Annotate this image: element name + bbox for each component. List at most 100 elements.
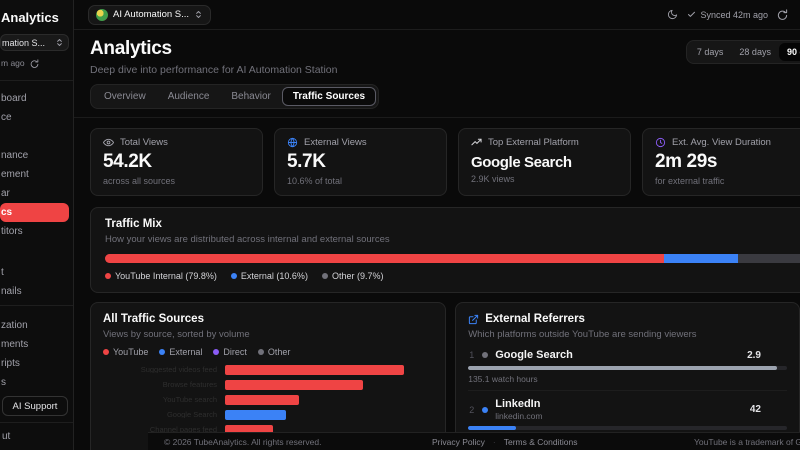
tab-behavior[interactable]: Behavior: [220, 87, 281, 106]
mix-legend-item-1: External (10.6%): [230, 271, 308, 281]
referrer-row-0[interactable]: 1 Google Search 2.9 135.1 watch hours: [468, 342, 787, 391]
sidebar-sync-label: m ago: [1, 58, 25, 69]
legend-dot: [257, 349, 264, 355]
traffic-mix-stacked-bar: [105, 254, 800, 263]
topbar: AI Automation S... Synced 42m ago: [74, 0, 800, 30]
sources-legend-label: YouTube: [113, 347, 149, 357]
trending-icon: [471, 137, 482, 148]
stat-card-2: Top External Platform Google Search 2.9K v…: [458, 128, 631, 196]
mix-legend-label: YouTube Internal (79.8%): [115, 271, 217, 281]
sidebar-item-11[interactable]: ments: [0, 335, 73, 354]
stat-value: Google Search: [471, 154, 572, 171]
external-link-icon: [468, 314, 479, 325]
referrer-rank: 1: [469, 350, 475, 360]
referrer-rank: 2: [469, 404, 475, 415]
sidebar-item-9[interactable]: nails: [0, 282, 73, 301]
stat-card-header: Ext. Avg. View Duration: [655, 137, 800, 148]
sidebar-item-13[interactable]: s: [0, 373, 73, 392]
page-footer: © 2026 TubeAnalytics. All rights reserve…: [148, 432, 800, 450]
sidebar-channel-select[interactable]: mation S...: [0, 34, 69, 52]
referrer-bar-fill: [468, 366, 778, 370]
sidebar-divider: [0, 80, 73, 81]
footer-link-terms-conditions[interactable]: Terms & Conditions: [504, 437, 578, 447]
sidebar-item-5[interactable]: ar: [0, 184, 73, 203]
tab-audience[interactable]: Audience: [157, 87, 221, 106]
stat-card-3: Ext. Avg. View Duration 2m 29s for externa…: [642, 128, 800, 196]
analytics-tabs: Overview Audience Behavior Traffic Sources: [90, 84, 380, 109]
sidebar-channel-label: mation S...: [2, 37, 46, 48]
stat-value: 5.7K: [287, 151, 326, 172]
sidebar-item-2[interactable]: [0, 127, 73, 146]
range-28-days[interactable]: 28 days: [731, 43, 779, 61]
stat-card-0: Total Views 54.2K across all sources: [90, 128, 263, 196]
source-label: YouTube search: [162, 395, 217, 404]
refresh-icon[interactable]: [30, 58, 39, 68]
footer-link-privacy-policy[interactable]: Privacy Policy: [432, 437, 485, 447]
sidebar-nav: board ce nance ement ar cs titors t nails zation m…: [0, 85, 73, 392]
stat-sub-label: across all sources: [103, 176, 176, 186]
main-area: AI Automation S... Synced 42m ago Analyt…: [74, 0, 800, 450]
page-subtitle: Deep dive into performance for AI Automa…: [90, 64, 338, 76]
source-bar[interactable]: [225, 379, 363, 390]
all-traffic-sources-title: All Traffic Sources: [103, 313, 204, 325]
sources-legend-item-1: External: [159, 347, 202, 357]
sidebar-item-10[interactable]: zation: [0, 316, 73, 335]
stat-label: Ext. Avg. View Duration: [672, 137, 771, 148]
sidebar-item-bottom[interactable]: ut: [1, 427, 73, 446]
sidebar-item-4[interactable]: ement: [0, 165, 73, 184]
range-7-days[interactable]: 7 days: [689, 43, 732, 61]
tab-traffic-sources[interactable]: Traffic Sources: [281, 87, 377, 106]
traffic-mix-legend: YouTube Internal (79.8%) External (10.6%)…: [105, 271, 800, 281]
referrer-bar-track: [468, 366, 787, 370]
stat-card-header: External Views: [287, 137, 434, 148]
sidebar-item-1[interactable]: ce: [0, 108, 73, 127]
source-row-2: YouTube search: [103, 392, 433, 407]
legend-dot: [230, 273, 237, 279]
copyright-text: © 2026 TubeAnalytics. All rights reserve…: [164, 437, 322, 447]
external-referrers-panel: External Referrers Which platforms outsi…: [455, 302, 800, 450]
sidebar-sync-status: m ago: [0, 56, 73, 76]
chevrons-up-down-icon: [55, 38, 64, 47]
stat-label: Total Views: [120, 137, 168, 148]
eye-icon: [103, 137, 114, 148]
mix-segment-external: [663, 254, 739, 263]
sync-status: Synced 42m ago: [687, 10, 768, 20]
sidebar-item-8[interactable]: t: [0, 263, 73, 282]
legend-dot: [105, 273, 111, 279]
sidebar-item-12[interactable]: ripts: [0, 354, 73, 373]
stat-card-1: External Views 5.7K 10.6% of total: [274, 128, 447, 196]
sidebar-item-7[interactable]: titors: [0, 222, 73, 241]
stat-value: 54.2K: [103, 151, 152, 172]
legend-dot: [482, 352, 489, 358]
chevrons-up-down-icon: [194, 10, 203, 19]
source-bar[interactable]: [225, 409, 286, 420]
traffic-mix-subtitle: How your views are distributed across in…: [105, 234, 390, 245]
sources-legend-item-0: YouTube: [103, 347, 148, 357]
mix-legend-label: Other (9.7%): [331, 271, 384, 281]
mix-segment-youtube-internal: [105, 254, 664, 263]
source-bar[interactable]: [225, 394, 299, 405]
ai-support-button[interactable]: AI Support: [2, 396, 68, 416]
footer-links: Privacy Policy · Terms & Conditions: [432, 437, 577, 447]
mix-segment-other: [738, 254, 800, 263]
app-logo: Analytics: [1, 10, 59, 25]
sidebar-item-6[interactable]: cs: [0, 203, 69, 222]
app-viewport: Analytics mation S... m ago board ce nance…: [0, 0, 800, 450]
moon-icon[interactable]: [667, 9, 678, 20]
source-bar[interactable]: [225, 364, 404, 375]
channel-selector[interactable]: AI Automation S...: [88, 4, 212, 25]
legend-dot: [213, 349, 220, 355]
legend-dot: [103, 349, 109, 355]
tab-overview[interactable]: Overview: [93, 87, 157, 106]
refresh-icon[interactable]: [777, 9, 788, 20]
referrer-name: Google Search: [495, 349, 573, 361]
sidebar-item-0[interactable]: board: [0, 89, 73, 108]
referrer-watch-hours: 135.1 watch hours: [468, 374, 538, 384]
sources-legend-item-2: Direct: [213, 347, 247, 357]
traffic-mix-title: Traffic Mix: [105, 218, 162, 230]
all-traffic-sources-subtitle: Views by source, sorted by volume: [103, 329, 250, 340]
sidebar-item-3[interactable]: nance: [0, 146, 73, 165]
source-label: Browse features: [162, 380, 217, 389]
range-90-days[interactable]: 90 days: [778, 43, 800, 61]
stat-sub-label: for external traffic: [655, 176, 725, 186]
